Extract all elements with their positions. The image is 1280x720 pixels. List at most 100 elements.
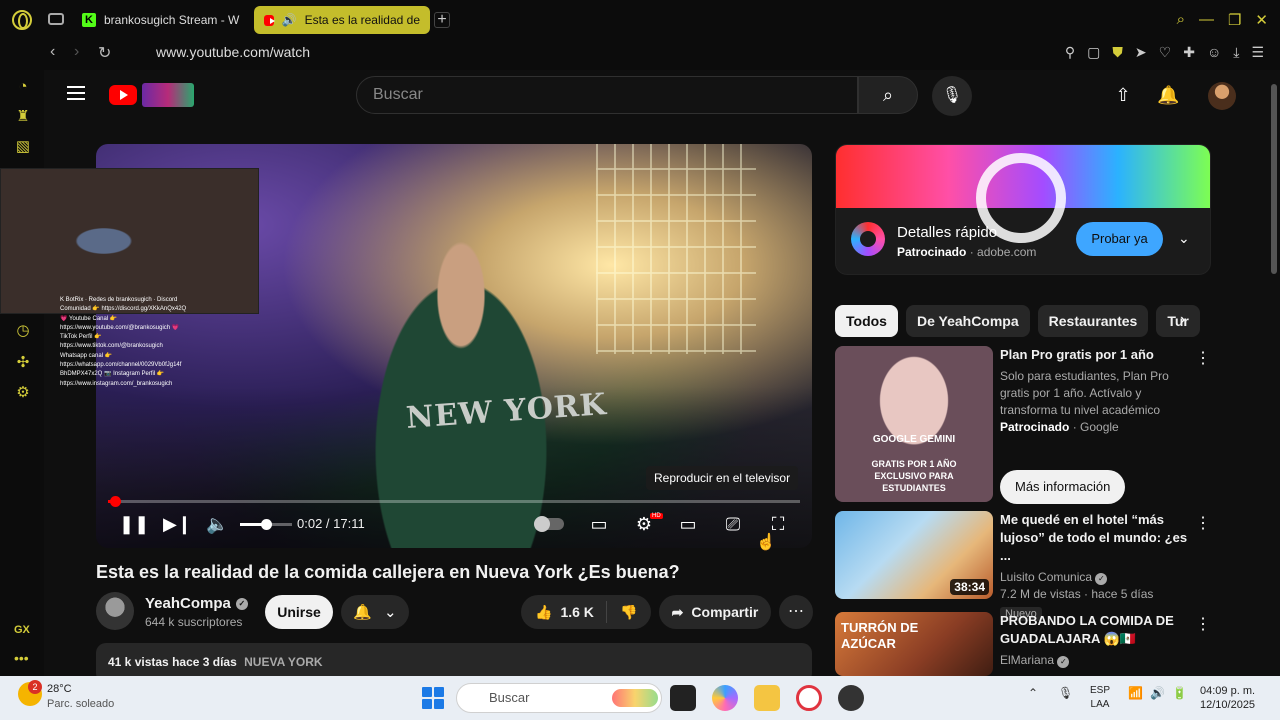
volume-icon[interactable]: 🔈	[206, 512, 228, 536]
heart-icon[interactable]: ♡	[1159, 44, 1172, 61]
search-button[interactable]: ⌕	[858, 76, 918, 114]
recommendation-title[interactable]: PROBANDO LA COMIDA DE GUADALAJARA 😱🇲🇽	[1000, 612, 1190, 648]
voice-search-icon[interactable]: 🎙	[932, 76, 972, 116]
share-button[interactable]: ➦ Compartir	[659, 595, 771, 629]
tab-kick-stream[interactable]: K brankosugich Stream - W	[72, 6, 250, 34]
kebab-menu-icon[interactable]: ⋮	[1195, 614, 1211, 634]
chip-tourism[interactable]: Tur	[1156, 305, 1200, 337]
app-taskbar-icon[interactable]	[838, 685, 864, 711]
recommendation-title[interactable]: Me quedé en el hotel “más lujoso” de tod…	[1000, 511, 1190, 565]
wifi-icon[interactable]: 📶	[1128, 686, 1143, 700]
recommendation-item[interactable]: 38:34 Me quedé en el hotel “más lujoso” …	[835, 511, 1211, 621]
close-icon[interactable]: ✕	[1255, 11, 1268, 29]
theater-mode-icon[interactable]: ▭	[676, 512, 700, 536]
profile-icon[interactable]: ☺	[1207, 44, 1221, 61]
chevron-right-icon[interactable]: ›	[1180, 311, 1185, 329]
chip-channel[interactable]: De YeahCompa	[905, 305, 1030, 337]
history-icon[interactable]: ◷	[14, 322, 32, 340]
chevron-up-icon[interactable]: ⌃	[1028, 686, 1038, 700]
opera-menu-icon[interactable]	[12, 10, 32, 30]
recommendation-channel-row[interactable]: ElMariana ✓	[1000, 652, 1190, 669]
recommendation-channel-row[interactable]: Luisito Comunica ✓	[1000, 569, 1190, 586]
snapshot-icon[interactable]: ▢	[1087, 44, 1100, 61]
ad-cta-button[interactable]: Probar ya	[1076, 222, 1163, 256]
autoplay-toggle[interactable]	[534, 516, 564, 532]
task-view-icon[interactable]	[670, 685, 696, 711]
speed-dial-icon[interactable]: ◔	[14, 78, 32, 96]
more-icon[interactable]: •••	[14, 650, 29, 666]
battery-icon[interactable]: 🔋	[1172, 686, 1187, 700]
ad-banner-image[interactable]	[836, 145, 1210, 243]
youtube-doodle[interactable]	[142, 83, 194, 107]
scrollbar-thumb[interactable]	[1271, 84, 1277, 274]
kebab-menu-icon[interactable]: ⋮	[1195, 348, 1211, 368]
dislike-button[interactable]: 👎	[607, 604, 651, 621]
volume-knob[interactable]	[261, 519, 272, 530]
opera-gx-taskbar-icon[interactable]	[796, 685, 822, 711]
language-indicator[interactable]: ESP LAA	[1090, 684, 1110, 712]
kebab-menu-icon[interactable]: ⋮	[1195, 513, 1211, 533]
download-icon[interactable]: ⤓	[1233, 44, 1239, 61]
recommendation-channel[interactable]: ElMariana	[1000, 653, 1054, 667]
microphone-icon[interactable]: 🎙	[1058, 686, 1073, 700]
avatar[interactable]	[1208, 82, 1236, 110]
more-info-button[interactable]: Más información	[1000, 470, 1126, 504]
news-icon[interactable]: ▧	[14, 138, 32, 156]
minimize-icon[interactable]: —	[1199, 11, 1214, 29]
sponsored-ad-card[interactable]: Detalles rápido Patrocinado · adobe.com …	[835, 144, 1211, 275]
copilot-icon[interactable]	[712, 685, 738, 711]
location-tag[interactable]: NUEVA YORK	[244, 655, 322, 669]
chip-todos[interactable]: Todos	[835, 305, 898, 337]
menu-icon[interactable]	[67, 86, 85, 100]
easy-setup-icon[interactable]: ☰	[1251, 44, 1264, 61]
adblock-shield-icon[interactable]: ⛊	[1112, 44, 1123, 61]
speaker-volume-icon[interactable]: 🔊	[1150, 686, 1165, 700]
pin-icon[interactable]: ⚲	[1065, 44, 1075, 61]
maximize-icon[interactable]: ❐	[1228, 11, 1241, 29]
progress-scrubber[interactable]	[109, 496, 121, 507]
weather-description[interactable]: Parc. soleado	[47, 698, 114, 710]
recommendation-channel[interactable]: Luisito Comunica	[1000, 570, 1092, 584]
settings-icon[interactable]: ⚙	[14, 384, 32, 402]
recommendation-thumbnail[interactable]: GOOGLE GEMINI GRATIS POR 1 AÑO EXCLUSIVO…	[835, 346, 993, 502]
system-clock[interactable]: 04:09 p. m. 12/10/2025	[1200, 684, 1255, 712]
next-icon[interactable]: ▶❙	[163, 512, 192, 536]
more-actions-button[interactable]: ⋯	[779, 595, 813, 629]
search-input[interactable]: Buscar	[356, 76, 858, 114]
cast-icon[interactable]: ⎚	[721, 512, 745, 536]
back-icon[interactable]: ‹	[50, 43, 55, 61]
like-button[interactable]: 👍 1.6 K	[521, 601, 607, 623]
extensions-icon[interactable]: ✚	[1183, 44, 1195, 61]
file-explorer-icon[interactable]	[754, 685, 780, 711]
reload-icon[interactable]: ↻	[98, 43, 111, 63]
fullscreen-icon[interactable]: ⛶	[766, 512, 790, 536]
notifications-bell-icon[interactable]: 🔔	[1157, 84, 1179, 106]
join-button[interactable]: Unirse	[265, 595, 333, 629]
progress-bar[interactable]	[108, 496, 800, 507]
pause-icon[interactable]: ❚❚	[119, 512, 149, 536]
page-scrollbar[interactable]	[1268, 70, 1280, 676]
extensions-sidebar-icon[interactable]: ✣	[14, 354, 32, 372]
new-tab-button[interactable]: +	[434, 12, 450, 28]
subscription-bell-button[interactable]: 🔔 ⌄	[341, 595, 409, 629]
tab-youtube-video[interactable]: 🔊 Esta es la realidad de	[254, 6, 430, 34]
recommendation-item[interactable]: TURRÓN DE AZÚCAR PROBANDO LA COMIDA DE G…	[835, 612, 1211, 676]
send-icon[interactable]: ➤	[1135, 44, 1147, 61]
search-tabs-icon[interactable]: ⌕	[1177, 11, 1185, 29]
volume-slider[interactable]	[240, 519, 292, 530]
speaker-icon[interactable]: 🔊	[282, 13, 297, 27]
recommendation-ad[interactable]: GOOGLE GEMINI GRATIS POR 1 AÑO EXCLUSIVO…	[835, 346, 1211, 504]
workspaces-icon[interactable]	[48, 13, 64, 25]
channel-name-row[interactable]: YeahCompa ✓	[145, 595, 248, 612]
channel-avatar[interactable]	[96, 592, 134, 630]
upload-icon[interactable]: ⇧	[1112, 84, 1134, 106]
youtube-logo[interactable]	[109, 85, 137, 105]
start-button[interactable]	[422, 687, 444, 709]
chevron-down-icon[interactable]: ⌄	[1178, 230, 1190, 247]
recommendation-thumbnail[interactable]: 38:34	[835, 511, 993, 599]
forward-icon[interactable]: ›	[74, 43, 79, 61]
weather-temperature[interactable]: 28°C	[47, 683, 72, 695]
channel-name[interactable]: YeahCompa	[145, 595, 231, 612]
gx-logo-icon[interactable]: GX	[14, 624, 30, 636]
chip-restaurants[interactable]: Restaurantes	[1037, 305, 1149, 337]
